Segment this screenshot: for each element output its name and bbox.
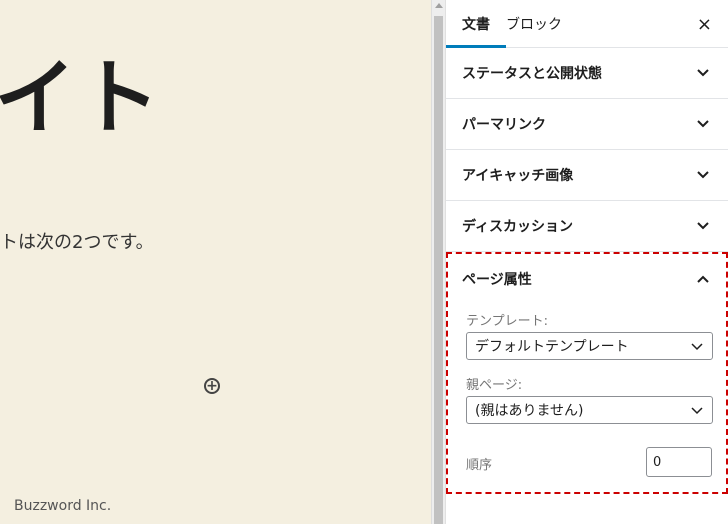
- editor-canvas[interactable]: イト トは次の2つです。 + Buzzword Inc.: [0, 0, 431, 524]
- chevron-down-icon: [697, 69, 709, 77]
- site-footer: Buzzword Inc.: [14, 498, 112, 514]
- panel-title: ディスカッション: [462, 219, 574, 235]
- close-icon[interactable]: ×: [697, 14, 712, 35]
- scroll-thumb[interactable]: [434, 16, 443, 524]
- chevron-down-icon: [697, 222, 709, 230]
- template-label: テンプレート:: [466, 314, 548, 329]
- parent-page-select[interactable]: (親はありません): [466, 396, 713, 424]
- parent-page-label: 親ページ:: [466, 378, 523, 393]
- panel-title: アイキャッチ画像: [462, 168, 574, 184]
- chevron-down-icon: [697, 171, 709, 179]
- scrollbar[interactable]: [431, 0, 445, 524]
- settings-sidebar: 文書 ブロック × ステータスと公開状態 パーマリンク アイキャッチ画像 ディス…: [445, 0, 728, 524]
- paragraph-fragment[interactable]: トは次の2つです。: [0, 228, 154, 254]
- scroll-up-icon[interactable]: [435, 3, 443, 8]
- page-title-fragment[interactable]: イト: [0, 58, 162, 140]
- add-block-icon[interactable]: +: [204, 378, 220, 394]
- panel-permalink[interactable]: パーマリンク: [446, 99, 728, 150]
- chevron-up-icon: [697, 275, 709, 283]
- template-select[interactable]: デフォルトテンプレート: [466, 332, 713, 360]
- tab-block[interactable]: ブロック: [506, 0, 578, 48]
- panel-title: ステータスと公開状態: [462, 66, 602, 82]
- order-input[interactable]: 0: [646, 447, 712, 477]
- template-select-value: デフォルトテンプレート: [475, 339, 629, 355]
- page-attributes-header[interactable]: ページ属性: [448, 254, 726, 304]
- panel-title: パーマリンク: [462, 117, 546, 133]
- order-label: 順序: [466, 458, 493, 473]
- sidebar-tabs: 文書 ブロック ×: [446, 0, 728, 48]
- panel-status-visibility[interactable]: ステータスと公開状態: [446, 48, 728, 99]
- panel-featured-image[interactable]: アイキャッチ画像: [446, 150, 728, 201]
- tab-document[interactable]: 文書: [446, 0, 506, 48]
- panel-discussion[interactable]: ディスカッション: [446, 201, 728, 252]
- panel-page-attributes: ページ属性 テンプレート: デフォルトテンプレート 親ページ: (親はありません…: [446, 252, 728, 494]
- chevron-down-icon: [691, 343, 703, 351]
- chevron-down-icon: [691, 407, 703, 415]
- chevron-down-icon: [697, 120, 709, 128]
- panel-title: ページ属性: [462, 272, 532, 288]
- parent-page-select-value: (親はありません): [475, 403, 584, 419]
